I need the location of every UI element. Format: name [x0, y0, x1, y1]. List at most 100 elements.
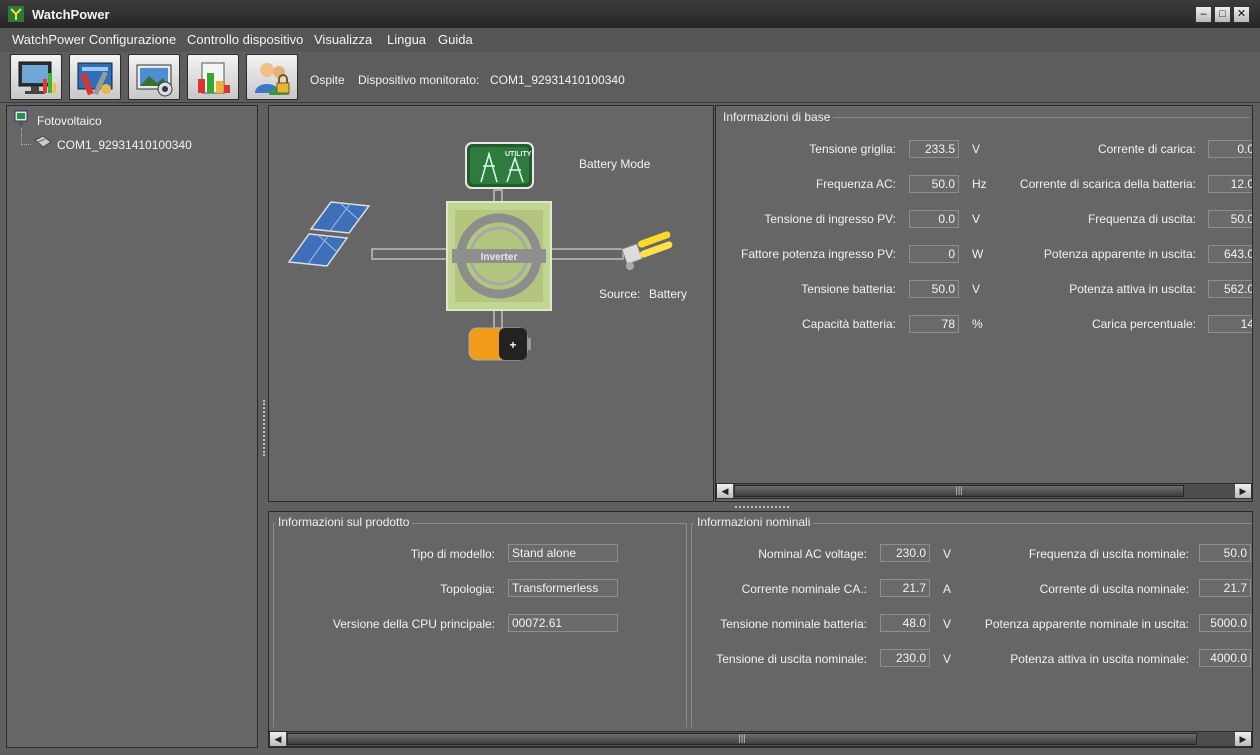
menu-controllo-dispositivo[interactable]: Controllo dispositivo — [187, 32, 303, 47]
tree-connector-h — [21, 144, 31, 146]
nominal-output-voltage-unit: V — [943, 652, 952, 666]
output-active-power-value: 562.0 — [1208, 280, 1252, 298]
grid-voltage-unit: V — [972, 142, 981, 156]
screen-capture-button[interactable] — [128, 54, 180, 100]
close-button[interactable]: ✕ — [1233, 6, 1250, 23]
pv-device-folder-icon — [14, 110, 28, 126]
output-frequency-value: 50.0 — [1208, 210, 1252, 228]
monitor-button[interactable] — [10, 54, 62, 100]
pv-input-voltage-unit: V — [972, 212, 981, 226]
nominal-output-current-label: Corrente di uscita nominale: — [1039, 582, 1189, 596]
title-bar[interactable]: WatchPower – □ ✕ — [0, 0, 1260, 29]
pv-input-voltage-label: Tensione di ingresso PV: — [764, 212, 896, 226]
pv-input-power-label: Fattore potenza ingresso PV: — [741, 247, 896, 261]
menu-visualizza[interactable]: Visualizza — [314, 32, 372, 47]
model-type-label: Tipo di modello: — [410, 547, 495, 561]
battery-capacity-unit: % — [972, 317, 983, 331]
utility-grid-icon: UTILITY — [465, 142, 534, 189]
pv-input-power-unit: W — [972, 247, 984, 261]
bottom-scroll-thumb[interactable]: ||| — [287, 733, 1197, 745]
pv-input-voltage-value: 0.0 — [909, 210, 959, 228]
model-type-value: Stand alone — [508, 544, 618, 562]
topology-label: Topologia: — [440, 582, 495, 596]
battery-plus-symbol: + — [509, 338, 516, 352]
source-value: Battery — [649, 287, 688, 301]
nominal-battery-voltage-label: Tensione nominale batteria: — [720, 617, 867, 631]
scroll-left-arrow-icon[interactable]: ◀ — [717, 484, 733, 498]
ac-frequency-label: Frequenza AC: — [815, 177, 896, 191]
cpu-version-label: Versione della CPU principale: — [332, 617, 495, 631]
data-report-button[interactable] — [187, 54, 239, 100]
basic-info-panel: Informazioni di base Tensione griglia: 2… — [715, 105, 1253, 502]
nominal-output-active-power-label: Potenza attiva in uscita nominale: — [1010, 652, 1189, 666]
basic-info-horizontal-scrollbar[interactable]: ◀ ||| ▶ — [716, 483, 1252, 499]
nominal-ac-current-unit: A — [943, 582, 952, 596]
toolbar: Ospite Dispositivo monitorato: COM1_9293… — [0, 52, 1260, 103]
nominal-output-apparent-power-value: 5000.0 — [1199, 614, 1251, 632]
battery-discharge-current-value: 12.0 — [1208, 175, 1252, 193]
monitored-device-label: Dispositivo monitorato: — [358, 73, 480, 87]
tree-root-fotovoltaico[interactable]: Fotovoltaico — [37, 114, 102, 128]
battery-discharge-current-label: Corrente di scarica della batteria: — [1019, 177, 1196, 191]
menu-bar: WatchPower Configurazione Controllo disp… — [0, 28, 1260, 52]
charging-current-value: 0.0 — [1208, 140, 1252, 158]
com-port-device-icon — [34, 135, 52, 148]
nominal-output-frequency-value: 50.0 — [1199, 544, 1251, 562]
grid-voltage-label: Tensione griglia: — [809, 142, 896, 156]
user-management-button[interactable] — [246, 54, 298, 100]
bottom-scroll-left-arrow-icon[interactable]: ◀ — [270, 732, 286, 746]
nominal-output-apparent-power-label: Potenza apparente nominale in uscita: — [984, 617, 1189, 631]
battery-voltage-unit: V — [972, 282, 981, 296]
menu-lingua[interactable]: Lingua — [387, 32, 426, 47]
system-diagram-panel: UTILITY Inverter + Battery Mode Source: … — [268, 105, 714, 502]
topology-value: Transformerless — [508, 579, 618, 597]
monitored-device-value: COM1_92931410100340 — [490, 73, 625, 87]
device-tree-panel: Fotovoltaico COM1_92931410100340 — [6, 105, 258, 748]
configuration-tools-icon — [77, 62, 113, 96]
nominal-ac-current-value: 21.7 — [880, 579, 930, 597]
nominal-battery-voltage-unit: V — [943, 617, 952, 631]
tree-item-device[interactable]: COM1_92931410100340 — [57, 138, 192, 152]
nominal-output-voltage-value: 230.0 — [880, 649, 930, 667]
nominal-output-current-value: 21.7 — [1199, 579, 1251, 597]
nominal-battery-voltage-value: 48.0 — [880, 614, 930, 632]
bottom-info-container: Informazioni sul prodotto Tipo di modell… — [268, 511, 1253, 748]
tree-connector — [21, 128, 23, 144]
utility-label: UTILITY — [505, 151, 532, 158]
light-bulb-load-icon — [621, 231, 673, 270]
monitor-chart-icon — [18, 61, 56, 94]
scroll-right-arrow-icon[interactable]: ▶ — [1235, 484, 1251, 498]
menu-watchpower-configurazione[interactable]: WatchPower Configurazione — [12, 32, 176, 47]
minimize-button[interactable]: – — [1195, 6, 1212, 23]
configuration-button[interactable] — [69, 54, 121, 100]
nominal-output-active-power-value: 4000.0 — [1199, 649, 1251, 667]
bottom-horizontal-scrollbar[interactable]: ◀ ||| ▶ — [269, 731, 1252, 747]
basic-info-title: Informazioni di base — [720, 110, 834, 124]
load-percentage-label: Carica percentuale: — [1091, 317, 1196, 331]
source-label: Source: — [599, 287, 641, 301]
current-user-label: Ospite — [310, 73, 345, 87]
maximize-button[interactable]: □ — [1214, 6, 1231, 23]
nominal-ac-voltage-unit: V — [943, 547, 952, 561]
scroll-thumb[interactable]: ||| — [734, 485, 1184, 497]
inverter-label: Inverter — [481, 252, 518, 263]
output-apparent-power-label: Potenza apparente in uscita: — [1043, 247, 1196, 261]
ac-frequency-value: 50.0 — [909, 175, 959, 193]
window-title: WatchPower — [32, 7, 110, 22]
battery-capacity-value: 78 — [909, 315, 959, 333]
output-apparent-power-value: 643.0 — [1208, 245, 1252, 263]
battery-icon: + — [468, 327, 531, 361]
charging-current-label: Corrente di carica: — [1097, 142, 1196, 156]
camera-screen-icon — [136, 64, 173, 97]
ac-frequency-unit: Hz — [972, 177, 987, 191]
app-icon — [8, 6, 24, 22]
output-active-power-label: Potenza attiva in uscita: — [1069, 282, 1196, 296]
bottom-scroll-right-arrow-icon[interactable]: ▶ — [1235, 732, 1251, 746]
nominal-output-voltage-label: Tensione di uscita nominale: — [716, 652, 867, 666]
nominal-info-title: Informazioni nominali — [694, 515, 814, 529]
load-percentage-value: 14 — [1208, 315, 1252, 333]
users-lock-icon — [255, 63, 290, 95]
menu-guida[interactable]: Guida — [438, 32, 473, 47]
operating-mode-text: Battery Mode — [579, 157, 651, 171]
data-report-icon — [198, 62, 230, 94]
